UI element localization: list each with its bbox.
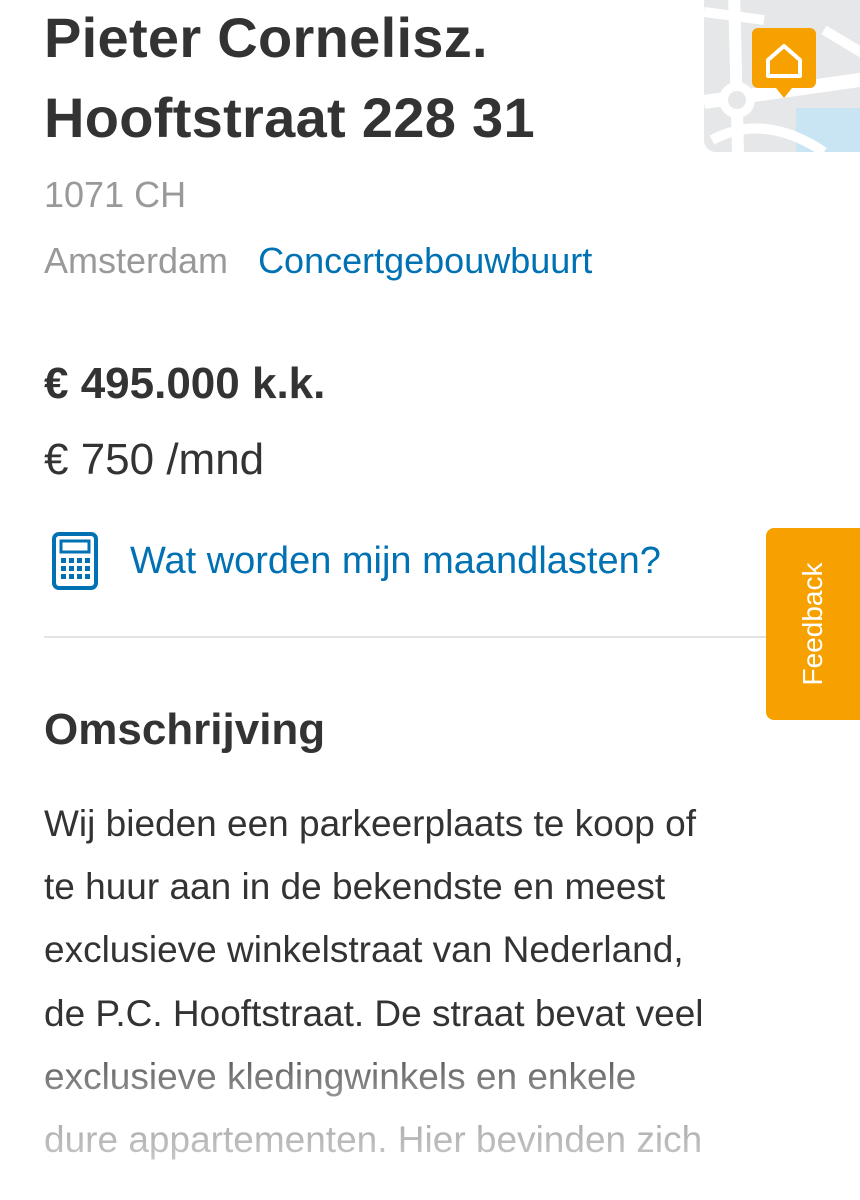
description-text: Wij bieden een parkeerplaats te koop of … xyxy=(44,792,824,1171)
title-line-2: Hooftstraat 228 31 xyxy=(44,86,535,149)
description-line: te huur aan in de bekendste en meest xyxy=(44,866,666,908)
postal-code: 1071 CH xyxy=(44,174,187,215)
description-line: Wij bieden een parkeerplaats te koop of xyxy=(44,803,697,844)
location-line: Amsterdam Concertgebouwbuurt xyxy=(44,238,592,284)
listing-title: Pieter Cornelisz. Hooftstraat 228 31 xyxy=(44,0,684,158)
description-line: de P.C. Hooftstraat. De straat bevat vee… xyxy=(44,992,704,1034)
calculator-icon xyxy=(52,532,98,590)
map-thumbnail[interactable] xyxy=(704,0,860,152)
description-line: dure appartementen. Hier bevinden zich xyxy=(44,1119,703,1161)
description-heading: Omschrijving xyxy=(44,705,326,754)
neighbourhood-link[interactable]: Concertgebouwbuurt xyxy=(258,240,592,281)
city-name: Amsterdam xyxy=(44,240,229,281)
feedback-button[interactable]: Feedback xyxy=(766,528,860,720)
feedback-label: Feedback xyxy=(797,562,828,686)
monthly-costs-link[interactable]: Wat worden mijn maandlasten? xyxy=(52,532,661,590)
title-line-1: Pieter Cornelisz. xyxy=(44,6,488,69)
listing-page: Pieter Cornelisz. Hooftstraat 228 31 107… xyxy=(0,0,860,1200)
section-divider xyxy=(44,636,824,638)
monthly-costs-label: Wat worden mijn maandlasten? xyxy=(130,540,661,582)
description-line: exclusieve winkelstraat van Nederland, xyxy=(44,929,684,971)
description-line: exclusieve kledingwinkels en enkele xyxy=(44,1055,637,1097)
sale-price: € 495.000 k.k. xyxy=(44,359,326,408)
house-marker-icon xyxy=(752,28,816,98)
rent-price: € 750 /mnd xyxy=(44,435,265,484)
